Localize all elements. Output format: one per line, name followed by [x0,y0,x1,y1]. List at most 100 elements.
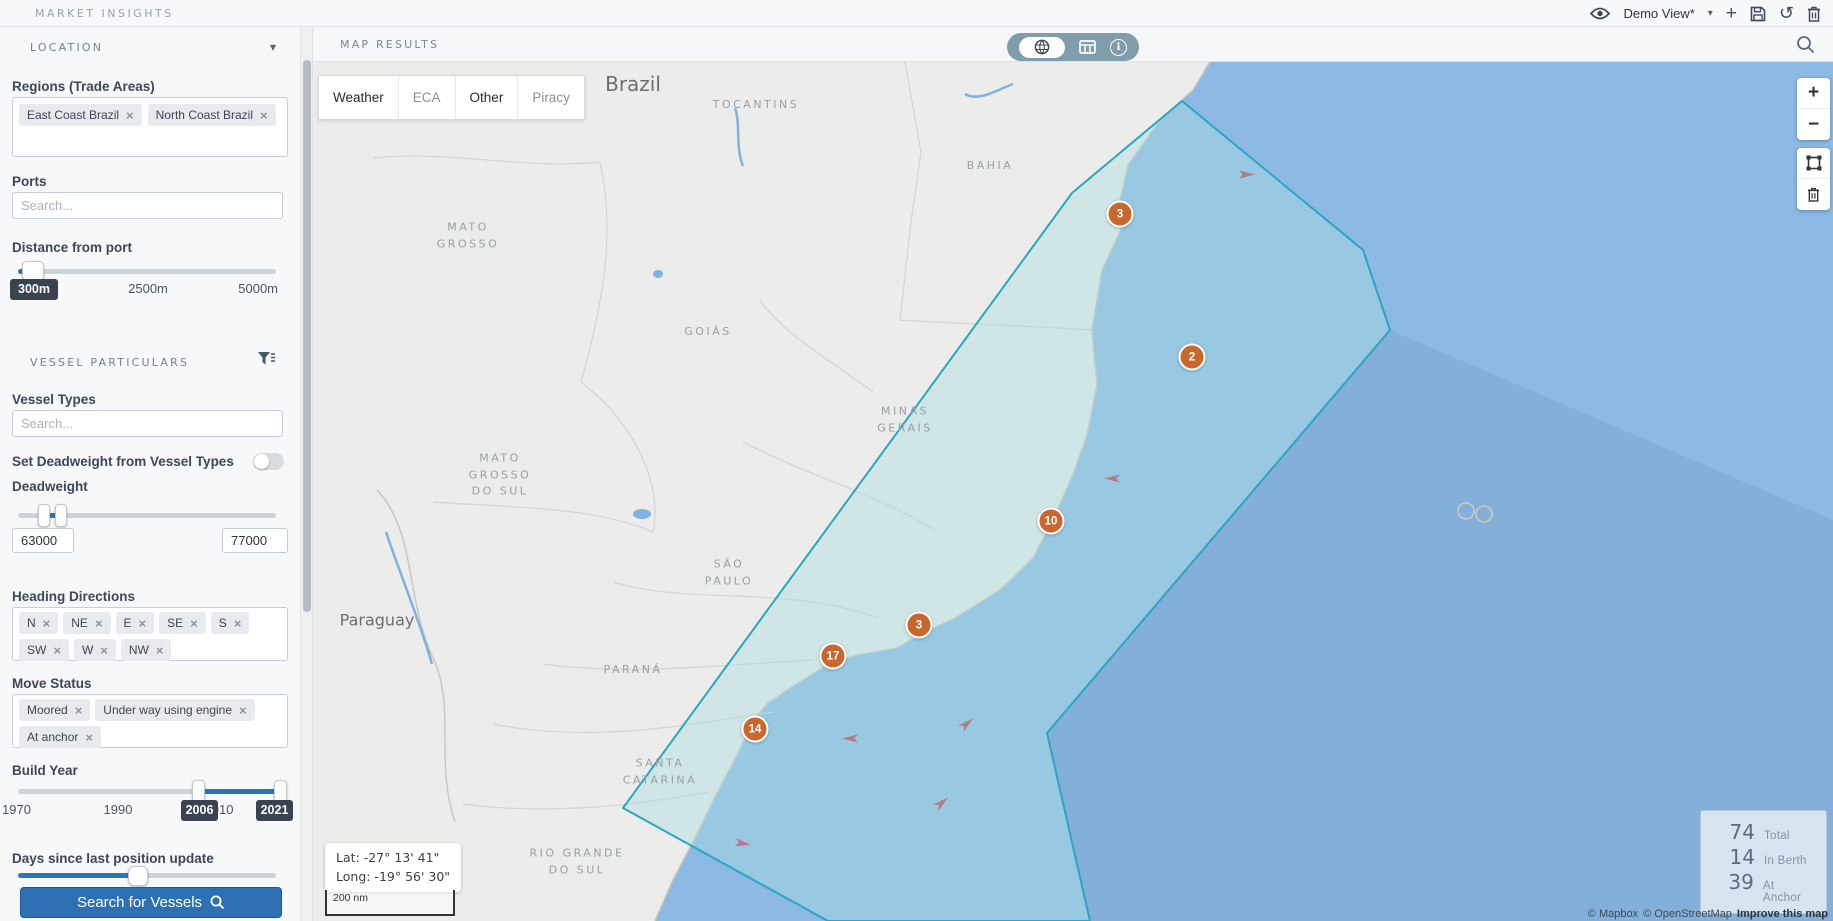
tag-label: North Coast Brazil [156,108,253,122]
ports-search-input[interactable] [12,192,283,219]
table-view-button[interactable] [1079,40,1096,54]
deadweight-max-handle[interactable] [55,504,67,527]
tag-region[interactable]: North Coast Brazil × [148,104,276,126]
vessel-cluster[interactable]: 17 [820,643,847,670]
days-slider-handle[interactable] [128,866,148,886]
move-status-label: Move Status [12,676,92,691]
tag-label: SE [167,616,183,630]
filter-icon[interactable] [258,352,275,367]
map-search-icon[interactable] [1796,35,1815,54]
remove-tag-icon[interactable]: × [139,616,147,631]
tag-heading[interactable]: S× [211,612,250,634]
improve-map-link[interactable]: Improve this map [1737,908,1828,920]
distance-tick: 2500m [120,281,176,296]
tag-move-status[interactable]: Moored× [19,699,90,721]
distance-value-badge: 300m [10,279,58,300]
osm-attribution-link[interactable]: © OpenStreetMap [1643,908,1732,920]
distance-slider-track[interactable] [18,269,276,274]
zoom-in-button[interactable]: + [1797,78,1830,109]
collapse-location-icon[interactable]: ▾ [270,40,276,54]
eye-icon[interactable] [1590,7,1610,20]
layer-weather-button[interactable]: Weather [319,76,399,119]
days-since-update-label: Days since last position update [12,851,214,866]
tag-move-status[interactable]: At anchor × [19,726,101,748]
state-label: SANTA CATARINA [623,756,697,789]
vessel-cluster[interactable]: 14 [742,716,769,743]
remove-tag-icon[interactable]: × [100,643,108,658]
vessel-cluster[interactable]: 10 [1038,508,1065,535]
vessel-particulars-header[interactable]: VESSEL PARTICULARS [30,356,189,369]
layer-eca-button[interactable]: ECA [399,76,456,119]
set-deadweight-toggle[interactable] [253,453,284,470]
location-section-header[interactable]: LOCATION [30,41,103,54]
map-view-button[interactable] [1019,37,1065,58]
remove-tag-icon[interactable]: × [239,703,247,718]
stat-value: 74 [1713,820,1755,844]
view-name[interactable]: Demo View* [1623,6,1694,21]
tag-heading[interactable]: NW× [121,639,172,661]
tag-label: At anchor [27,730,78,744]
tag-heading[interactable]: N× [19,612,58,634]
base-map [313,62,1833,921]
stats-row: 39 At Anchor [1713,870,1814,904]
tag-heading[interactable]: SE × [159,612,206,634]
tag-heading[interactable]: NE× [63,612,110,634]
remove-tag-icon[interactable]: × [190,616,198,631]
remove-tag-icon[interactable]: × [234,616,242,631]
delete-shape-button[interactable] [1797,179,1830,210]
deadweight-max-input[interactable] [222,528,288,553]
add-view-button[interactable]: + [1726,5,1737,23]
remove-tag-icon[interactable]: × [75,703,83,718]
scale-value: 200 nm [333,892,368,904]
tag-heading[interactable]: W× [74,639,116,661]
chevron-down-icon[interactable]: ▾ [1708,8,1713,19]
delete-view-button[interactable] [1807,6,1821,22]
distance-slider-handle[interactable] [22,261,44,281]
cursor-coordinates-box: Lat: -27° 13' 41" Long: -19° 56' 30" [325,843,461,892]
remove-tag-icon[interactable]: × [156,643,164,658]
stat-label: At Anchor [1763,880,1814,904]
build-year-label: Build Year [12,763,78,778]
layer-other-button[interactable]: Other [456,76,519,119]
info-view-button[interactable]: i [1110,39,1127,56]
app-title: MARKET INSIGHTS [35,7,174,20]
market-insights-app: MARKET INSIGHTS Demo View* ▾ + ↺ LOCATIO… [0,0,1833,921]
mapbox-attribution-link[interactable]: © Mapbox [1588,908,1638,920]
remove-tag-icon[interactable]: × [43,616,51,631]
remove-tag-icon[interactable]: × [126,108,134,123]
vessel-types-label: Vessel Types [12,392,96,407]
remove-tag-icon[interactable]: × [85,730,93,745]
zoom-controls: + − [1797,78,1830,140]
vessel-cluster[interactable]: 2 [1179,344,1206,371]
deadweight-min-handle[interactable] [38,504,50,527]
vessel-types-search-input[interactable] [12,410,283,437]
stat-label: Total [1764,830,1790,842]
state-label: MATO GROSSO [437,220,499,253]
draw-polygon-button[interactable] [1797,148,1830,179]
remove-tag-icon[interactable]: × [53,643,61,658]
stat-value: 39 [1713,870,1754,894]
tag-heading[interactable]: SW× [19,639,69,661]
map-canvas[interactable]: Brazil Paraguay TOCANTINS BAHIA MATO GRO… [313,62,1833,921]
stat-value: 14 [1713,845,1755,869]
regions-label: Regions (Trade Areas) [12,79,155,94]
state-label: BAHIA [967,158,1014,175]
zoom-out-button[interactable]: − [1797,109,1830,140]
tag-region[interactable]: East Coast Brazil × [19,104,142,126]
search-button-label: Search for Vessels [77,894,202,911]
tag-heading[interactable]: E× [116,612,155,634]
tag-label: East Coast Brazil [27,108,119,122]
save-view-button[interactable] [1750,6,1766,22]
sidebar-scrollbar[interactable] [300,27,313,921]
state-label: MINAS GERAIS [877,404,932,437]
undo-icon[interactable]: ↺ [1779,5,1794,23]
vessel-cluster[interactable]: 3 [1107,201,1134,228]
scrollbar-thumb[interactable] [303,60,311,612]
tag-move-status[interactable]: Under way using engine× [95,699,254,721]
search-for-vessels-button[interactable]: Search for Vessels [20,887,282,918]
remove-tag-icon[interactable]: × [260,108,268,123]
vessel-cluster[interactable]: 3 [906,612,933,639]
deadweight-min-input[interactable] [12,528,74,553]
remove-tag-icon[interactable]: × [95,616,103,631]
layer-piracy-button[interactable]: Piracy [518,76,584,119]
